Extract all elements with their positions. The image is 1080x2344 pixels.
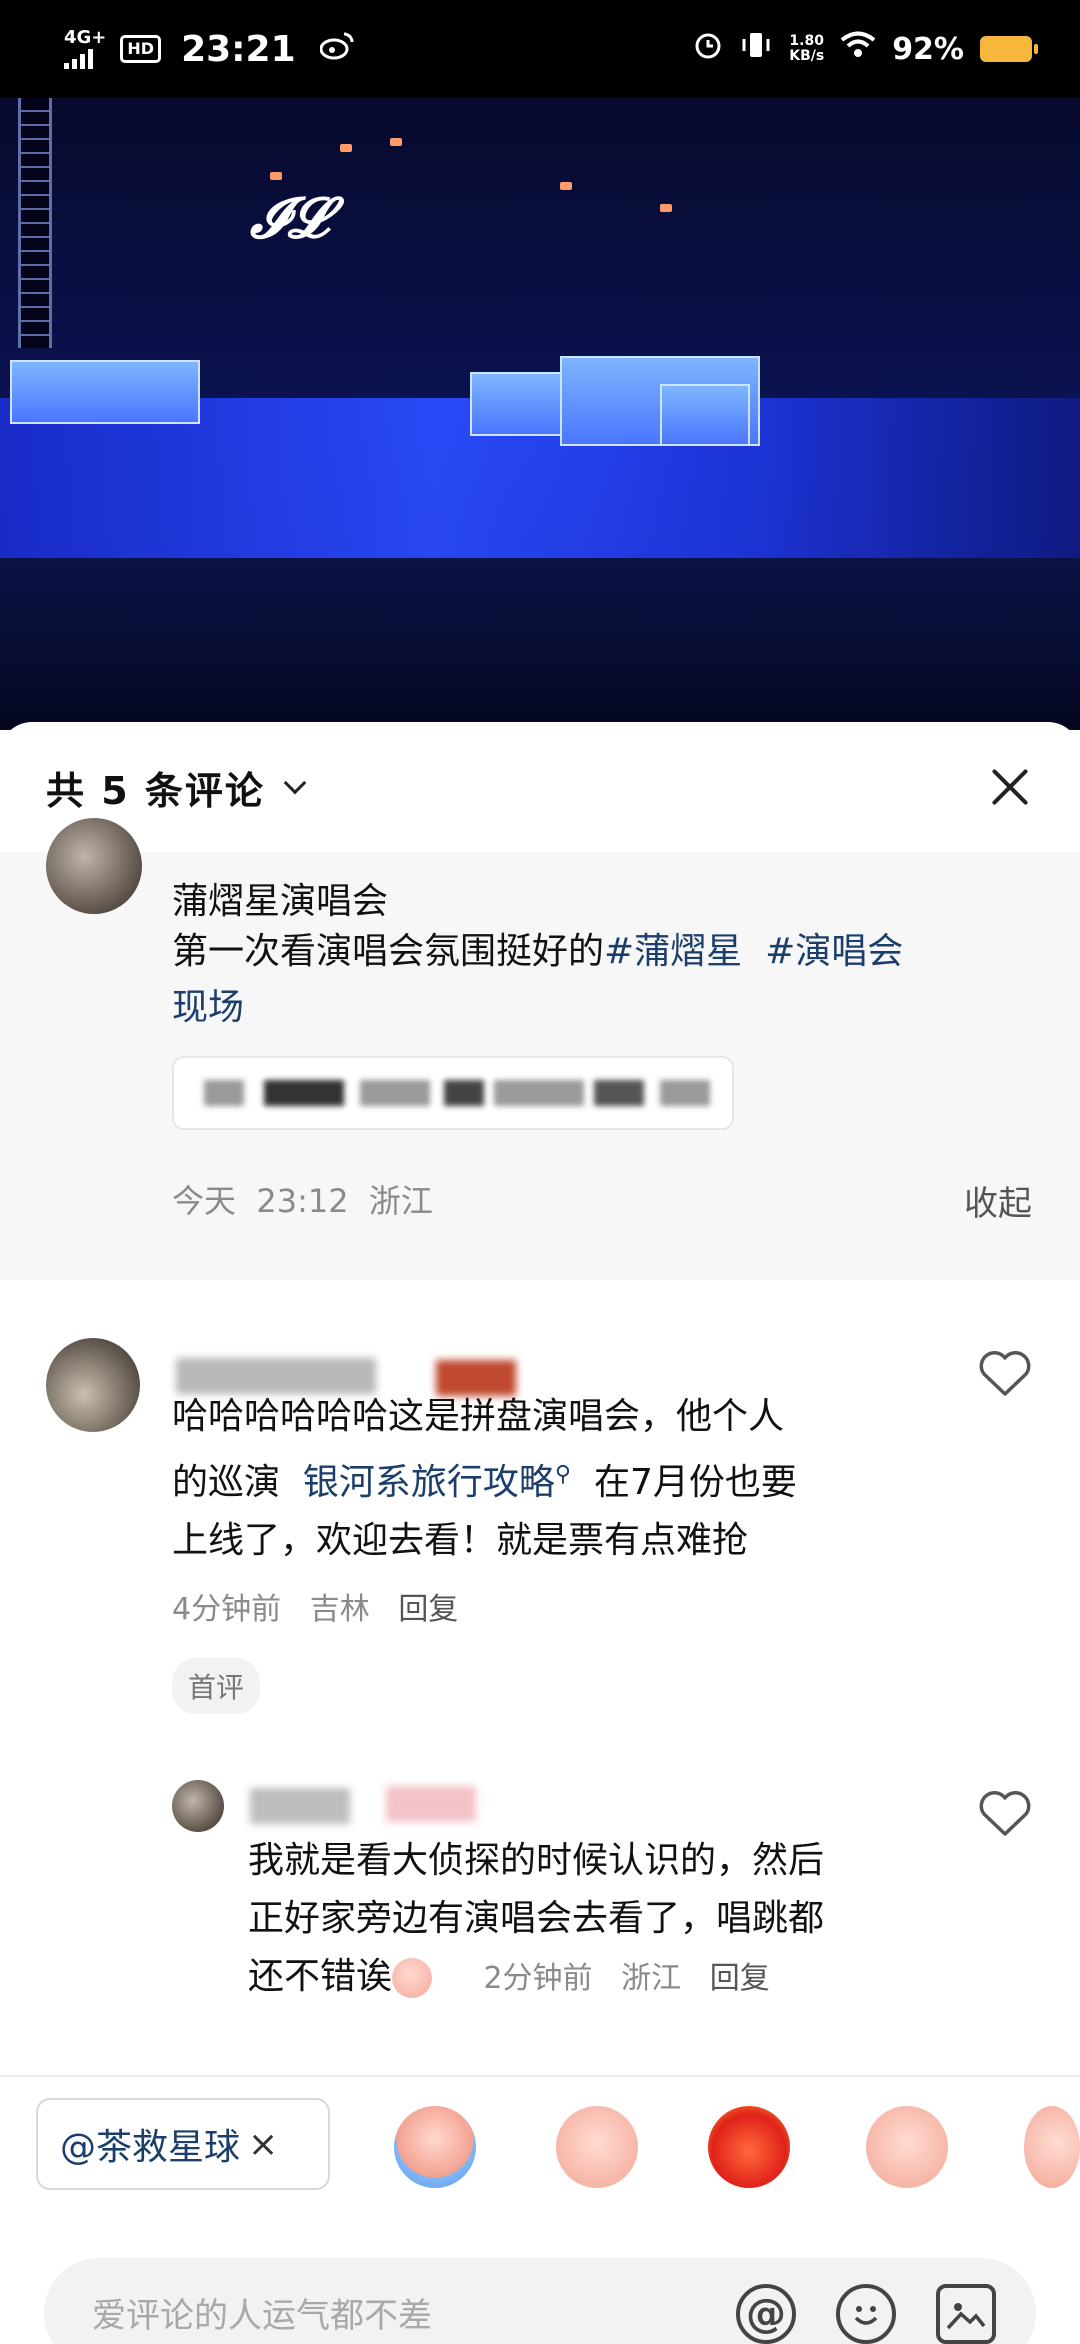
building-light — [340, 144, 352, 152]
comment-input[interactable]: 爱评论的人运气都不差 @ — [44, 2258, 1036, 2344]
composer-divider — [0, 2075, 1080, 2077]
reply-button[interactable]: 回复 — [710, 1961, 770, 1996]
search-icon: ⚲ — [554, 1462, 572, 1487]
at-icon[interactable]: @ — [736, 2284, 796, 2344]
hashtag-link[interactable]: #蒲熠星 — [604, 931, 742, 972]
angry-emoji-icon[interactable] — [708, 2106, 790, 2188]
comments-header: 共 5 条评论 — [0, 722, 1080, 852]
stage-screen — [10, 360, 200, 424]
signal-indicator: 4G+ — [64, 29, 106, 69]
building-light — [660, 204, 672, 212]
battery-percent: 92% — [892, 31, 964, 67]
comments-count-title[interactable]: 共 5 条评论 — [46, 760, 265, 815]
phone-emoji-icon[interactable] — [1024, 2106, 1080, 2188]
close-icon[interactable] — [986, 763, 1034, 811]
reply-meta: 2分钟前 浙江 回复 — [483, 1961, 770, 1996]
building-light — [560, 182, 572, 190]
battery-icon — [980, 36, 1038, 62]
post-meta: 今天 23:12 浙江 — [172, 1182, 433, 1220]
building-light — [270, 172, 282, 180]
replier-avatar[interactable] — [172, 1780, 224, 1832]
hashtag-link[interactable]: #演唱会 — [765, 931, 903, 972]
signal-bars-icon — [64, 47, 106, 69]
blurred-link-card[interactable] — [172, 1056, 734, 1130]
stage-logo-image: 𝓘𝓛 — [250, 186, 329, 251]
video-sky — [0, 98, 1080, 398]
original-post: 蒲熠星演唱会 第一次看演唱会氛围挺好的#蒲熠星 #演唱会 现场 今天 23:12… — [0, 818, 1080, 1280]
replier-badge — [386, 1786, 476, 1822]
commenter-avatar[interactable] — [46, 1338, 140, 1432]
comment-input-placeholder: 爱评论的人运气都不差 — [92, 2296, 432, 2336]
post-body: 第一次看演唱会氛围挺好的#蒲熠星 #演唱会 现场 — [172, 931, 904, 1028]
hd-voice-icon: HD — [120, 35, 162, 63]
shy-emoji-icon[interactable] — [556, 2106, 638, 2188]
network-speed: 1.80 KB/s — [789, 33, 825, 64]
kiss-emoji-icon[interactable] — [866, 2106, 948, 2188]
post-author-avatar[interactable] — [46, 818, 142, 914]
concert-video[interactable]: 𝓘𝓛 — [0, 98, 1080, 730]
post-title: 蒲熠星演唱会 — [172, 881, 389, 922]
crying-emoji-icon[interactable] — [394, 2106, 476, 2188]
first-comment-badge: 首评 — [172, 1658, 261, 1714]
reply-text: 我就是看大侦探的时候认识的，然后 正好家旁边有演唱会去看了，唱跳都 还不错诶 2… — [248, 1840, 825, 1998]
clock: 23:21 — [181, 28, 296, 70]
emoji-icon[interactable] — [836, 2284, 896, 2344]
comment-item: 哈哈哈哈哈哈这是拼盘演唱会，他个人 的巡演 银河系旅行攻略⚲ 在7月份也要 上线… — [0, 1338, 1080, 1738]
comment-meta: 4分钟前 吉林 回复 — [172, 1592, 459, 1627]
heart-icon[interactable] — [978, 1790, 1032, 1838]
emoji-sticker-icon — [392, 1958, 433, 1998]
weibo-icon — [319, 30, 354, 68]
heart-icon[interactable] — [978, 1350, 1032, 1398]
wifi-icon — [840, 31, 876, 67]
search-link[interactable]: 银河系旅行攻略 — [303, 1462, 555, 1503]
reply-item: 我就是看大侦探的时候认识的，然后 正好家旁边有演唱会去看了，唱跳都 还不错诶 2… — [0, 1780, 1080, 2040]
building-light — [390, 138, 402, 146]
video-crowd — [0, 558, 1080, 730]
network-type: 4G+ — [64, 27, 107, 48]
chevron-down-icon[interactable] — [283, 771, 307, 795]
collapse-button[interactable]: 收起 — [964, 1176, 1032, 1225]
mention-chip[interactable]: @茶救星球 × — [36, 2098, 330, 2190]
light-tower — [18, 98, 52, 348]
chip-close-icon[interactable]: × — [248, 2124, 278, 2165]
image-icon[interactable] — [936, 2284, 996, 2344]
hashtag-link[interactable]: 现场 — [172, 987, 244, 1028]
reply-button[interactable]: 回复 — [398, 1592, 458, 1627]
vibrate-icon — [739, 30, 773, 68]
comment-text: 哈哈哈哈哈哈这是拼盘演唱会，他个人 的巡演 银河系旅行攻略⚲ 在7月份也要 上线… — [172, 1396, 797, 1561]
alarm-icon — [693, 30, 723, 68]
status-bar: 4G+ HD 23:21 1.80 KB/s 92% — [0, 0, 1080, 98]
stage-screen — [660, 384, 750, 446]
replier-name[interactable] — [250, 1788, 350, 1824]
